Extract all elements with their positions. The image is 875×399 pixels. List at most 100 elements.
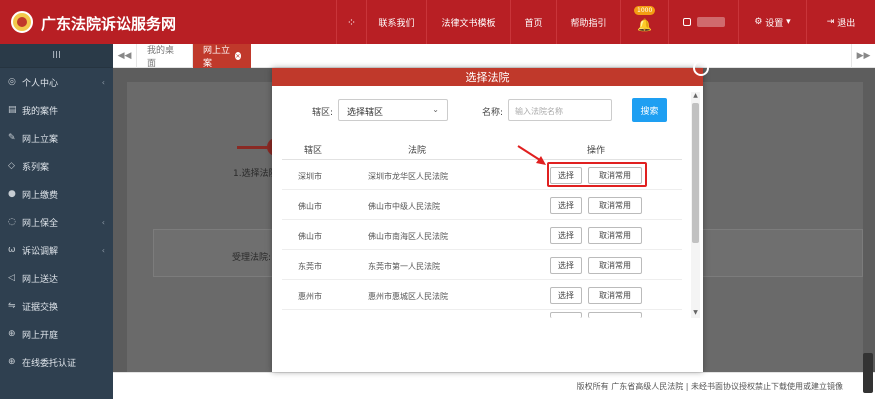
row-district: 深圳市 [298,172,322,181]
nav-home[interactable]: 首页 [510,0,556,44]
notifications-button[interactable]: 1000 🔔 [620,0,668,44]
table-row-partial [282,310,682,318]
table-row: 佛山市 佛山市南海区人民法院 选择 取消常用 [282,220,682,250]
settings-label: 设置 [765,18,784,29]
select-button[interactable]: 选择 [550,257,582,274]
remove-favorite-button-partial[interactable] [588,312,642,318]
send-icon: ◁ [8,273,15,283]
sidebar-item-series-cases[interactable]: ◇ 系列案 [0,152,113,180]
sidebar-item-mediation[interactable]: ω 诉讼调解 ‹ [0,236,113,264]
row-district: 惠州市 [298,292,322,301]
sidebar-item-label: 系列案 [22,162,50,173]
sidebar-item-label: 网上缴费 [22,190,59,201]
certify-icon: ⊕ [8,357,16,367]
remove-favorite-button[interactable]: 取消常用 [588,257,642,274]
sidebar-item-label: 网上保全 [22,218,59,229]
scroll-thumb[interactable] [692,103,699,243]
tab-online-filing[interactable]: 网上立案 ✕ [193,44,251,69]
table-row: 深圳市 深圳市龙华区人民法院 选择 取消常用 [282,160,682,190]
series-icon: ◇ [8,161,15,171]
sidebar-item-label: 我的案件 [22,106,59,117]
nav-help[interactable]: 帮助指引 [556,0,620,44]
user-circle-icon: ◎ [8,77,16,87]
search-row: 辖区: 选择辖区 ⌄ 名称: 输入法院名称 搜索 [272,98,686,122]
tab-scroll-left-icon[interactable]: ◀◀ [113,44,137,68]
chevron-down-icon: ⌄ [432,105,439,114]
sidebar-item-online-certification[interactable]: ⊕ 在线委托认证 [0,348,113,376]
sidebar-item-label: 诉讼调解 [22,246,59,257]
bell-icon: 🔔 [637,18,652,32]
sidebar-item-label: 在线委托认证 [22,358,77,369]
select-button[interactable]: 选择 [550,287,582,304]
row-court: 佛山市南海区人民法院 [368,232,448,241]
row-court: 惠州市惠城区人民法院 [368,292,448,301]
district-select-value: 选择辖区 [347,108,384,118]
logout-icon: ⇥ [826,17,838,27]
sidebar-item-online-hearing[interactable]: ⊕ 网上开庭 [0,320,113,348]
row-court: 东莞市第一人民法院 [368,262,440,271]
row-district: 东莞市 [298,262,322,271]
sidebar-item-online-payment[interactable]: ● 网上缴费 [0,180,113,208]
chevron-left-icon: ‹ [101,77,105,87]
logout-button[interactable]: ⇥ 退出 [806,0,875,44]
sidebar-item-evidence-exchange[interactable]: ⇋ 证据交换 [0,292,113,320]
row-district: 佛山市 [298,232,322,241]
remove-favorite-button[interactable]: 取消常用 [588,197,642,214]
tab-scroll-right-icon[interactable]: ▶▶ [851,44,875,68]
sidebar-item-label: 个人中心 [22,78,59,89]
chevron-down-icon: ▾ [783,17,791,27]
row-court: 深圳市龙华区人民法院 [368,172,448,181]
court-session-icon: ⊕ [8,329,16,339]
edit-icon: ✎ [8,133,16,143]
sidebar-item-personal-center[interactable]: ◎ 个人中心 ‹ [0,68,113,96]
sidebar-item-online-preservation[interactable]: ◌ 网上保全 ‹ [0,208,113,236]
select-button[interactable]: 选择 [550,197,582,214]
user-name-redacted [696,17,725,27]
accepting-court-label: 受理法院: [232,253,272,263]
close-icon[interactable]: ✕ [234,52,241,60]
column-header-district: 辖区 [304,146,323,156]
tab-my-desktop[interactable]: 我的桌面 [137,44,193,69]
sidebar-item-online-filing[interactable]: ✎ 网上立案 [0,124,113,152]
scroll-up-icon[interactable]: ▲ [691,92,700,101]
nav-templates[interactable]: 法律文书模板 [426,0,510,44]
column-header-court: 法院 [408,146,427,156]
table-row: 佛山市 佛山市中级人民法院 选择 取消常用 [282,190,682,220]
annotation-arrow-icon [517,145,546,165]
gear-icon: ⚙ [754,17,766,27]
settings-menu[interactable]: ⚙ 设置 ▾ [738,0,806,44]
select-court-dialog: 选择法院 辖区: 选择辖区 ⌄ 名称: 输入法院名称 搜索 辖区 法院 操作 深… [272,60,709,372]
site-title[interactable]: 广东法院诉讼服务网 [41,13,176,34]
court-name-input[interactable]: 输入法院名称 [508,99,612,121]
select-button[interactable]: 选择 [550,227,582,244]
district-label: 辖区: [312,108,334,118]
tab-label: 网上立案 [203,46,231,69]
tab-bar: ◀◀ 我的桌面 网上立案 ✕ ▶▶ [113,44,875,69]
sidebar-item-online-delivery[interactable]: ◁ 网上送达 [0,264,113,292]
user-menu[interactable] [668,0,738,44]
remove-favorite-button[interactable]: 取消常用 [588,287,642,304]
table-scrollbar[interactable]: ▲ ▼ [691,92,700,318]
sidebar-item-label: 网上立案 [22,134,59,145]
scroll-down-icon[interactable]: ▼ [691,309,700,318]
top-header: 广东法院诉讼服务网 ⁘ 联系我们 法律文书模板 首页 帮助指引 1000 🔔 ⚙… [0,0,875,44]
row-court: 佛山市中级人民法院 [368,202,440,211]
logout-label: 退出 [837,18,856,29]
apps-grid-icon[interactable]: ⁘ [336,0,366,44]
side-handle[interactable] [863,353,873,393]
sidebar-item-my-cases[interactable]: ▤ 我的案件 [0,96,113,124]
dialog-corner-icon[interactable] [693,60,709,76]
district-select[interactable]: 选择辖区 ⌄ [338,99,448,121]
sidebar-item-label: 证据交换 [22,302,59,313]
sidebar-toggle-button[interactable]: III [0,44,113,68]
nav-contact[interactable]: 联系我们 [366,0,426,44]
court-table: 辖区 法院 操作 深圳市 深圳市龙华区人民法院 选择 取消常用 佛山市 佛山市中… [282,136,682,318]
user-avatar-icon [682,18,691,26]
select-button-partial[interactable] [550,312,582,318]
table-row: 东莞市 东莞市第一人民法院 选择 取消常用 [282,250,682,280]
name-label: 名称: [482,108,504,118]
remove-favorite-button[interactable]: 取消常用 [588,227,642,244]
search-button[interactable]: 搜索 [632,98,667,122]
dialog-title: 选择法院 [272,68,703,86]
copyright-text: 版权所有 广东省高级人民法院 | 未经书面协议授权禁止下载使用或建立镜像 [576,382,843,391]
